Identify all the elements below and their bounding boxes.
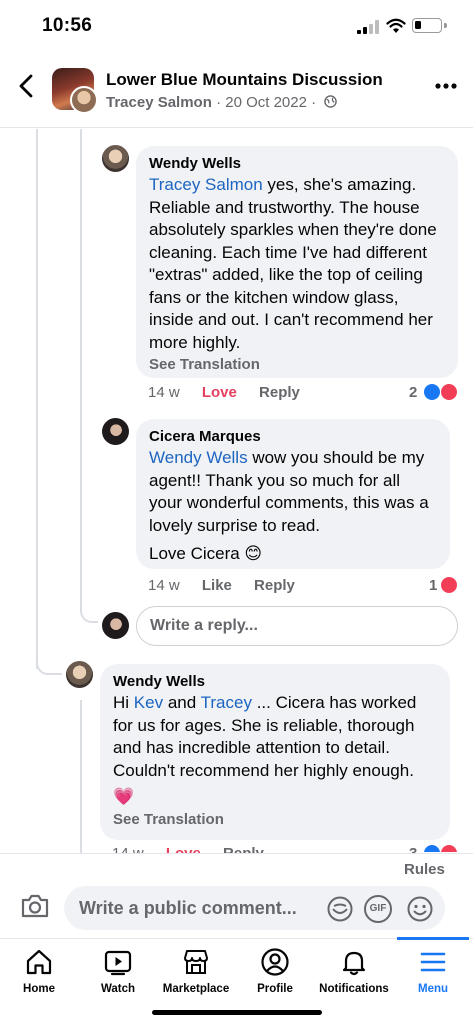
commenter-avatar[interactable]: [66, 661, 93, 688]
tab-label: Watch: [100, 983, 136, 995]
reaction-count[interactable]: 3: [409, 845, 417, 853]
battery-cap: [444, 23, 447, 28]
like-reaction-icon: [423, 383, 441, 401]
tab-home[interactable]: Home: [0, 939, 78, 999]
post-header: Lower Blue Mountains Discussion Tracey S…: [0, 56, 473, 128]
tab-label: Menu: [417, 983, 449, 995]
comment-time: 14 w: [148, 577, 180, 594]
watch-icon: [104, 950, 132, 976]
marketplace-icon: [184, 950, 208, 974]
tab-label: Profile: [257, 983, 293, 995]
love-reaction-icon: [440, 383, 458, 401]
commenter-name[interactable]: Wendy Wells: [113, 672, 437, 692]
post-subtitle: Tracey Salmon · 20 Oct 2022 ·: [106, 94, 338, 111]
reply-button[interactable]: Reply: [254, 577, 295, 594]
mention-link[interactable]: Wendy Wells: [149, 448, 248, 467]
see-translation-link[interactable]: See Translation: [149, 356, 445, 373]
comment-placeholder: Write a public comment...: [79, 898, 297, 918]
status-time: 10:56: [42, 15, 93, 36]
thread-curve: [80, 603, 98, 623]
like-button[interactable]: Like: [202, 577, 232, 594]
commenter-name[interactable]: Cicera Marques: [149, 427, 437, 447]
thread-line-lower: [80, 700, 82, 853]
profile-icon: [261, 948, 289, 976]
comment-actions: 14 w Love Reply: [148, 384, 318, 401]
home-indicator: [152, 1010, 322, 1015]
current-user-avatar: [102, 612, 129, 639]
comment-time: 14 w: [112, 845, 144, 853]
comment-bubble[interactable]: Cicera Marques Wendy Wells wow you shoul…: [136, 419, 450, 569]
tab-label: Notifications: [319, 983, 389, 995]
tab-label: Marketplace: [162, 983, 230, 995]
tab-notifications[interactable]: Notifications: [315, 939, 393, 999]
mention-link[interactable]: Tracey: [201, 693, 252, 712]
reaction-count[interactable]: 2: [409, 384, 417, 401]
comment-bubble[interactable]: Wendy Wells Hi Kev and Tracey ... Cicera…: [100, 664, 450, 840]
emoji-icon[interactable]: [406, 895, 434, 923]
mention-link[interactable]: Tracey Salmon: [149, 175, 263, 194]
menu-icon: [420, 952, 446, 972]
mention-link[interactable]: Kev: [134, 693, 163, 712]
commenter-avatar[interactable]: [102, 418, 129, 445]
like-reaction-icon: [423, 844, 441, 853]
tab-profile[interactable]: Profile: [236, 939, 314, 999]
comment-text: Tracey Salmon yes, she's amazing. Reliab…: [149, 175, 437, 352]
comment-signoff: Love Cicera 😊: [149, 544, 263, 563]
reply-button[interactable]: Reply: [223, 845, 264, 853]
comment-time: 14 w: [148, 384, 180, 401]
author-avatar[interactable]: [70, 86, 98, 114]
post-date: · 20 Oct 2022 ·: [216, 94, 317, 111]
gif-icon[interactable]: GIF: [364, 895, 392, 923]
camera-icon[interactable]: [20, 893, 50, 919]
reaction-count[interactable]: 1: [429, 577, 437, 594]
composer-divider-line: [0, 853, 473, 854]
group-title[interactable]: Lower Blue Mountains Discussion: [106, 70, 383, 90]
sticker-icon[interactable]: [326, 895, 354, 923]
tab-watch[interactable]: Watch: [79, 939, 157, 999]
comment-actions: 14 w Love Reply: [112, 845, 282, 853]
commenter-avatar[interactable]: [102, 145, 129, 172]
tab-marketplace[interactable]: Marketplace: [157, 939, 235, 999]
love-button[interactable]: Love: [166, 845, 201, 853]
reply-button[interactable]: Reply: [259, 384, 300, 401]
comment-actions: 14 w Like Reply: [148, 577, 313, 594]
comment-text: Hi Kev and Tracey ... Cicera has worked …: [113, 693, 417, 780]
comment-emoji: 💗: [113, 787, 135, 806]
tab-menu[interactable]: Menu: [394, 939, 472, 999]
love-reaction-icon: [440, 576, 458, 594]
more-options-icon[interactable]: [434, 82, 458, 90]
public-comment-input[interactable]: Write a public comment... GIF: [64, 886, 445, 930]
tab-label: Home: [23, 983, 55, 995]
love-button[interactable]: Love: [202, 384, 237, 401]
status-bar: 10:56: [0, 0, 473, 56]
rules-link[interactable]: Rules: [404, 861, 445, 878]
bell-icon: [342, 951, 366, 976]
thread-line-outer: [36, 129, 38, 669]
wifi-icon: [386, 18, 406, 33]
commenter-name[interactable]: Wendy Wells: [149, 154, 445, 174]
comment-bubble[interactable]: Wendy Wells Tracey Salmon yes, she's ama…: [136, 146, 458, 378]
see-translation-link[interactable]: See Translation: [113, 811, 437, 828]
thread-curve-outer: [36, 655, 62, 675]
comment-text: Wendy Wells wow you should be my agent!!…: [149, 448, 429, 535]
thread-line-inner: [80, 129, 82, 609]
love-reaction-icon: [440, 844, 458, 853]
back-arrow-icon[interactable]: [14, 73, 40, 99]
post-author[interactable]: Tracey Salmon: [106, 94, 212, 111]
battery-icon: [412, 18, 442, 33]
globe-icon: [324, 95, 338, 108]
reply-input[interactable]: Write a reply...: [136, 606, 458, 646]
home-icon: [26, 949, 52, 975]
signal-icon: [357, 20, 379, 34]
